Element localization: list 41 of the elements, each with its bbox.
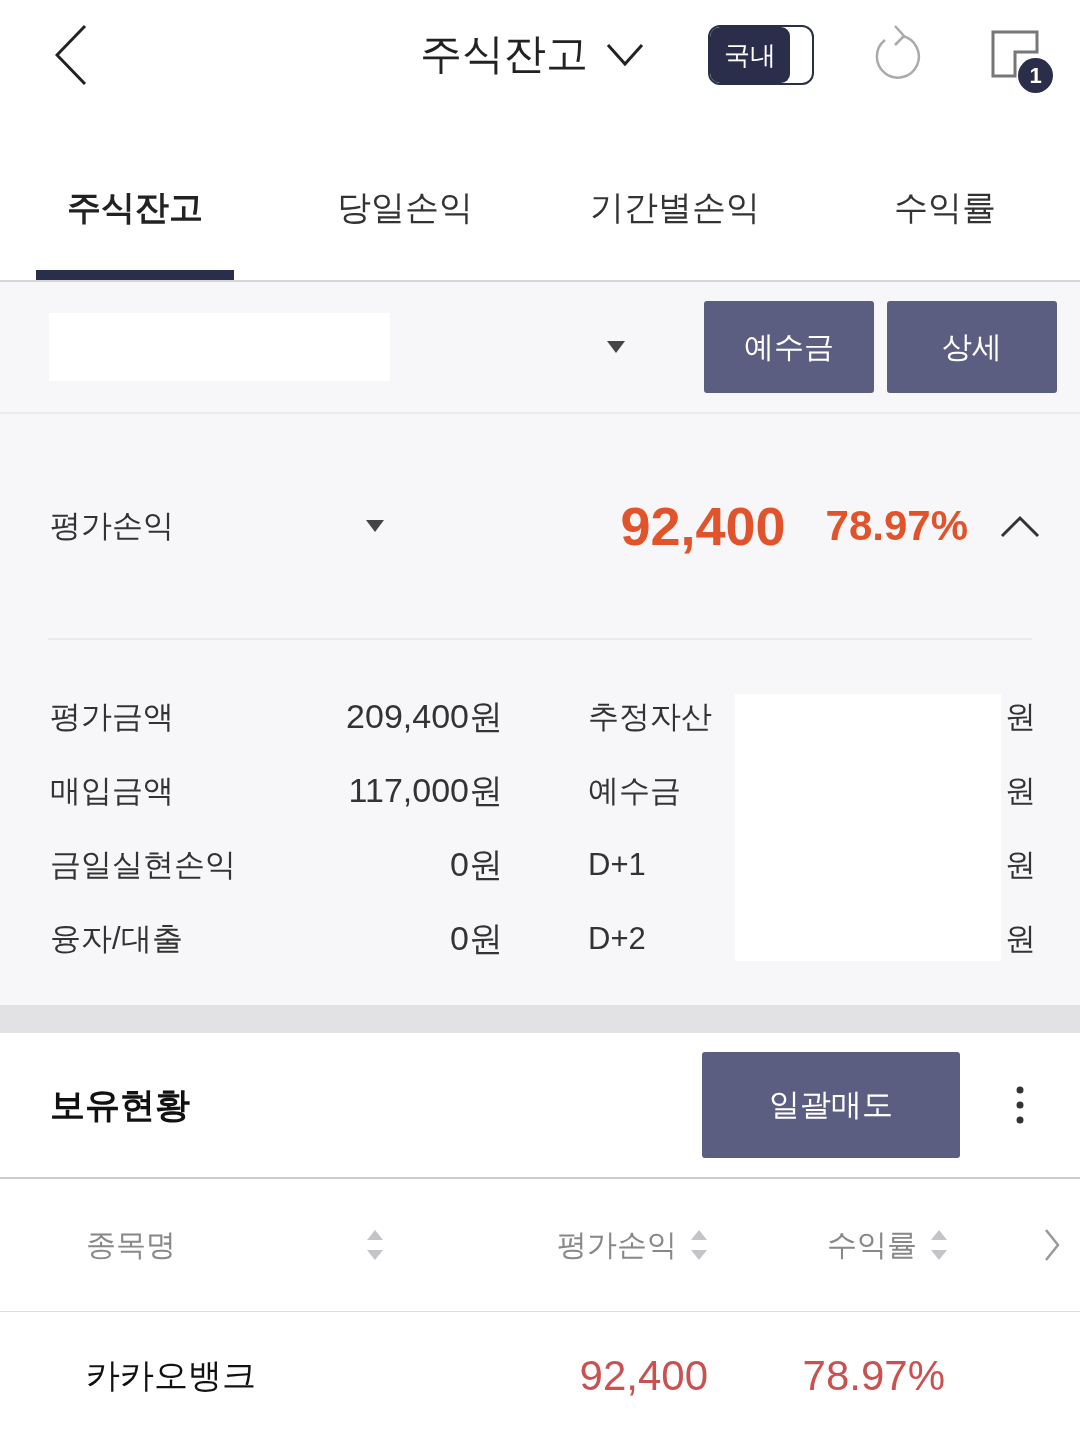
profit-rate: 78.97% xyxy=(825,502,968,550)
chevron-down-icon[interactable] xyxy=(606,43,644,67)
summary-label: 추정자산 xyxy=(588,698,712,736)
table-cell: 92,400 xyxy=(579,1352,708,1400)
dropdown-triangle-icon[interactable] xyxy=(607,341,625,353)
account-button[interactable]: 예수금 xyxy=(704,301,874,393)
tab[interactable]: 기간별손익 xyxy=(576,140,774,280)
table-cell: 78.97% xyxy=(802,1352,945,1400)
chevron-up-icon[interactable] xyxy=(1000,514,1040,538)
metric-selector[interactable]: 평가손익 xyxy=(50,505,384,547)
dropdown-triangle-icon[interactable] xyxy=(366,520,384,532)
summary-value: 0원 xyxy=(450,918,503,959)
unit-label: 원 xyxy=(1005,772,1036,810)
summary-label: D+2 xyxy=(588,921,646,957)
tab[interactable]: 당일손익 xyxy=(306,140,504,280)
summary-value: 117,000원 xyxy=(348,770,503,811)
column-header[interactable]: 종목명 xyxy=(86,1224,384,1266)
unit-label: 원 xyxy=(1005,920,1036,958)
sell-all-button[interactable]: 일괄매도 xyxy=(702,1052,960,1158)
screen-title: 주식잔고 xyxy=(420,29,588,79)
account-button[interactable]: 상세 xyxy=(887,301,1057,393)
tab[interactable]: 수익률 xyxy=(846,140,1044,280)
unit-label: 원 xyxy=(1005,846,1036,884)
column-header[interactable]: 수익률 xyxy=(827,1224,948,1266)
back-icon[interactable] xyxy=(55,24,87,86)
summary-value: 0원 xyxy=(450,844,503,885)
summary-label: 예수금 xyxy=(588,772,681,810)
market-toggle[interactable]: 국내 xyxy=(708,25,814,85)
summary-value: 209,400원 xyxy=(346,696,503,737)
chevron-right-icon[interactable] xyxy=(1044,1228,1060,1262)
section-title: 보유현황 xyxy=(50,1083,190,1126)
stock-name: 카카오뱅크 xyxy=(86,1355,257,1396)
count-badge: 1 xyxy=(1018,58,1053,93)
summary-label: 융자/대출 xyxy=(50,920,183,958)
profit-value: 92,400 xyxy=(620,495,786,557)
unit-label: 원 xyxy=(1005,698,1036,736)
summary-label: D+1 xyxy=(588,847,646,883)
summary-label: 매입금액 xyxy=(50,772,174,810)
column-header[interactable]: 평가손익 xyxy=(557,1224,708,1266)
summary-label: 평가금액 xyxy=(50,698,174,736)
summary-label: 금일실현손익 xyxy=(50,846,236,884)
